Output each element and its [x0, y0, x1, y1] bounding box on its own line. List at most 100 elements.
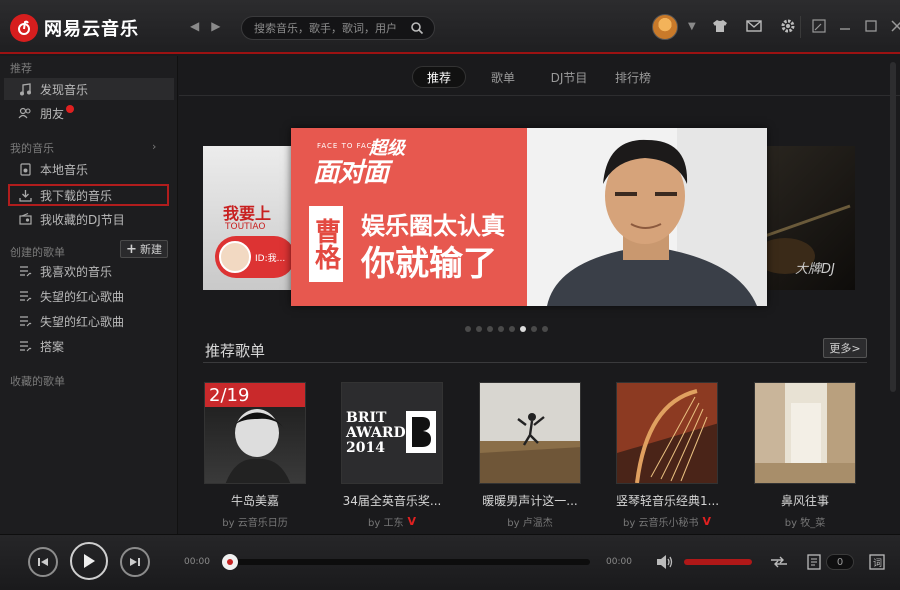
playlist-title[interactable]: 34届全英音乐奖... — [341, 492, 443, 509]
sidebar-item-label: 失望的红心歌曲 — [40, 289, 125, 304]
playlist-author-row: by 云音乐日历 — [204, 514, 306, 529]
sidebar-item-discover[interactable]: 发现音乐 — [4, 78, 174, 100]
playlist-author[interactable]: by 工东 — [368, 514, 403, 529]
playlist-cover[interactable]: 2/19 — [204, 382, 306, 484]
playlist-title[interactable]: 暖暖男声计这一... — [479, 492, 581, 509]
playlist-title[interactable]: 鼻风往事 — [754, 492, 856, 509]
banner-dot[interactable] — [509, 326, 515, 332]
section-title: 推荐歌单 — [205, 342, 266, 360]
app-logo[interactable]: 网易云音乐 — [10, 14, 139, 42]
banner-right-text: 大牌DJ — [795, 262, 835, 277]
sidebar-item-label: 发现音乐 — [40, 82, 89, 97]
playlist-card: 鼻风往事 by 牧_菜 — [754, 382, 856, 529]
banner-left-preview[interactable]: 我要上 TOUTIAO ID:我... — [203, 146, 303, 290]
search-icon[interactable] — [410, 21, 424, 38]
mail-icon[interactable] — [746, 18, 762, 34]
sidebar-item-playlist[interactable]: 失望的红心歌曲 — [4, 285, 174, 307]
close-icon[interactable] — [890, 19, 900, 33]
playlist-author[interactable]: by 牧_菜 — [785, 514, 825, 529]
scrollbar-thumb[interactable] — [890, 62, 896, 392]
banner-dot[interactable] — [487, 326, 493, 332]
sidebar-item-playlist[interactable]: 我喜欢的音乐 — [4, 260, 174, 282]
search-input[interactable] — [254, 20, 404, 36]
divider — [203, 362, 867, 363]
progress-knob[interactable] — [222, 554, 238, 570]
playlist-icon — [18, 339, 32, 353]
local-music-icon — [18, 162, 32, 176]
playlist-cover[interactable] — [479, 382, 581, 484]
plus-icon: + — [126, 241, 137, 257]
play-button[interactable] — [70, 542, 108, 580]
playlist-card: BRIT AWARDS 2014 34届全英音乐奖... by 工东 V — [341, 382, 443, 529]
previous-track-button[interactable] — [28, 547, 58, 577]
tab-playlists[interactable]: 歌单 — [479, 66, 527, 88]
progress-bar[interactable] — [226, 559, 590, 565]
playlist-cover[interactable]: BRIT AWARDS 2014 — [341, 382, 443, 484]
progress-knob-dot — [227, 559, 233, 565]
sidebar-item-local-music[interactable]: 本地音乐 — [4, 158, 174, 180]
tab-dj[interactable]: DJ节目 — [541, 66, 597, 88]
playlist-cover[interactable] — [616, 382, 718, 484]
banner-dot-active[interactable] — [520, 326, 526, 332]
next-icon — [130, 558, 140, 566]
skin-shirt-icon[interactable] — [712, 18, 728, 34]
banner-dots — [465, 326, 548, 332]
next-track-button[interactable] — [120, 547, 150, 577]
friends-icon — [18, 106, 32, 120]
lyrics-icon[interactable]: 词 — [868, 553, 886, 571]
netease-logo-icon — [10, 14, 38, 42]
playlist-title[interactable]: 竖琴轻音乐经典1... — [616, 492, 718, 509]
sidebar-item-dj-collection[interactable]: 我收藏的DJ节目 — [4, 208, 174, 230]
main-scrollbar[interactable] — [890, 62, 896, 530]
playlist-title[interactable]: 牛岛美嘉 — [204, 492, 306, 509]
brit-b-logo — [412, 417, 431, 447]
playlist-author-row: by 云音乐小秘书 V — [616, 514, 718, 529]
sidebar-item-label: 我收藏的DJ节目 — [40, 212, 125, 227]
banner-dot[interactable] — [476, 326, 482, 332]
sidebar-item-label: 我喜欢的音乐 — [40, 264, 113, 279]
sidebar-item-playlist[interactable]: 失望的红心歌曲 — [4, 310, 174, 332]
playlist-queue-icon[interactable] — [806, 553, 824, 571]
sidebar-item-friends[interactable]: 朋友 — [4, 102, 174, 124]
banner-dot[interactable] — [542, 326, 548, 332]
sidebar: 推荐 发现音乐 朋友 我的音乐 › 本地音乐 我下载的音乐 我收藏的DJ节目 创… — [0, 56, 178, 534]
chevron-down-icon[interactable]: ▼ — [688, 21, 696, 32]
volume-slider[interactable] — [684, 559, 752, 565]
notification-dot — [66, 105, 75, 113]
banner-left-sub: TOUTIAO — [225, 222, 266, 232]
new-playlist-button[interactable]: + 新建 — [120, 240, 168, 258]
cover-title: BRIT AWARDS 2014 — [346, 410, 416, 456]
settings-gear-icon[interactable] — [780, 18, 796, 34]
banner-dot[interactable] — [531, 326, 537, 332]
sidebar-item-playlist[interactable]: 搭案 — [4, 335, 174, 357]
banner-right-preview[interactable]: 大牌DJ — [755, 146, 855, 290]
playlist-author[interactable]: by 云音乐日历 — [222, 514, 287, 529]
mini-mode-icon[interactable] — [812, 19, 826, 33]
avatar[interactable] — [652, 14, 678, 40]
repeat-mode-icon[interactable] — [770, 553, 788, 571]
minimize-icon[interactable] — [838, 19, 852, 33]
tab-recommend[interactable]: 推荐 — [412, 66, 466, 88]
player-bar: 00:00 00:00 0 词 — [0, 534, 900, 590]
banner-main[interactable]: FACE TO FACE 超级 面对面 曹格 娱乐圈太认真 你就输了 — [291, 128, 767, 306]
more-button[interactable]: 更多> — [823, 338, 867, 358]
title-bar: 网易云音乐 ◀ ▶ ▼ — [0, 0, 900, 54]
search-box — [241, 16, 435, 40]
sidebar-item-downloaded[interactable]: 我下载的音乐 — [8, 184, 169, 206]
playlist-author[interactable]: by 卢温杰 — [507, 514, 552, 529]
playlist-author[interactable]: by 云音乐小秘书 — [623, 514, 698, 529]
playlist-card: 暖暖男声计这一... by 卢温杰 — [479, 382, 581, 529]
banner-dot[interactable] — [498, 326, 504, 332]
tab-charts[interactable]: 排行榜 — [607, 66, 659, 88]
maximize-icon[interactable] — [864, 19, 878, 33]
banner-left-badge: ID:我... — [215, 236, 295, 278]
volume-icon[interactable] — [656, 553, 674, 571]
playlist-cover[interactable] — [754, 382, 856, 484]
sidebar-item-label: 失望的红心歌曲 — [40, 314, 125, 329]
back-arrow-icon[interactable]: ◀ — [190, 19, 199, 33]
banner-dot[interactable] — [465, 326, 471, 332]
playlist-card: 2/19 牛岛美嘉 by 云音乐日历 — [204, 382, 306, 529]
verified-v-icon: V — [702, 515, 711, 528]
chevron-right-icon[interactable]: › — [152, 140, 156, 153]
forward-arrow-icon[interactable]: ▶ — [211, 19, 220, 33]
